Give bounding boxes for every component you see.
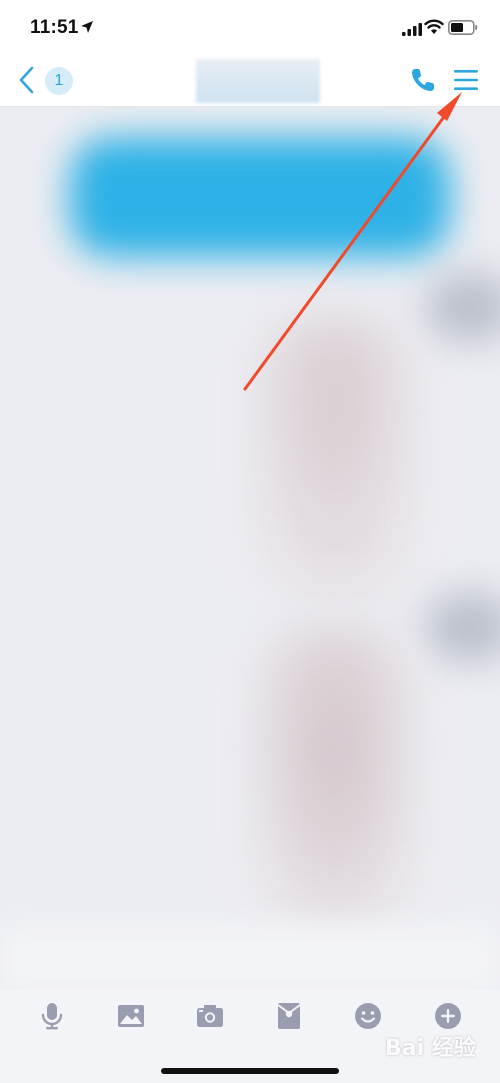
phone-icon[interactable]	[409, 66, 437, 94]
chat-screen: 11:51 1 Bai 经验	[0, 0, 500, 1083]
blurred-image-message	[255, 627, 415, 927]
location-arrow-icon	[81, 21, 93, 33]
blurred-message-bubble	[70, 137, 450, 257]
home-indicator[interactable]	[161, 1068, 339, 1074]
emoji-icon[interactable]	[352, 1000, 384, 1032]
blurred-divider	[0, 925, 500, 990]
status-time: 11:51	[30, 17, 79, 38]
red-packet-icon[interactable]	[273, 1000, 305, 1032]
blurred-avatar	[425, 272, 500, 342]
chevron-left-icon[interactable]	[14, 64, 40, 96]
unread-count-badge[interactable]: 1	[45, 67, 73, 95]
cellular-signal-icon	[402, 23, 422, 36]
conversation-title	[196, 59, 320, 103]
plus-icon[interactable]	[432, 1000, 464, 1032]
hamburger-menu-icon[interactable]	[453, 68, 479, 92]
microphone-icon[interactable]	[36, 1000, 68, 1032]
input-toolbar	[0, 990, 500, 1045]
message-list[interactable]	[0, 107, 500, 990]
blurred-avatar	[425, 592, 500, 662]
image-icon[interactable]	[115, 1000, 147, 1032]
camera-icon[interactable]	[194, 1000, 226, 1032]
home-indicator-area	[0, 1045, 500, 1083]
wifi-icon	[424, 19, 444, 34]
status-bar: 11:51	[0, 0, 500, 56]
blurred-image-message	[255, 317, 415, 597]
battery-icon	[448, 20, 478, 35]
nav-bar: 1	[0, 56, 500, 107]
